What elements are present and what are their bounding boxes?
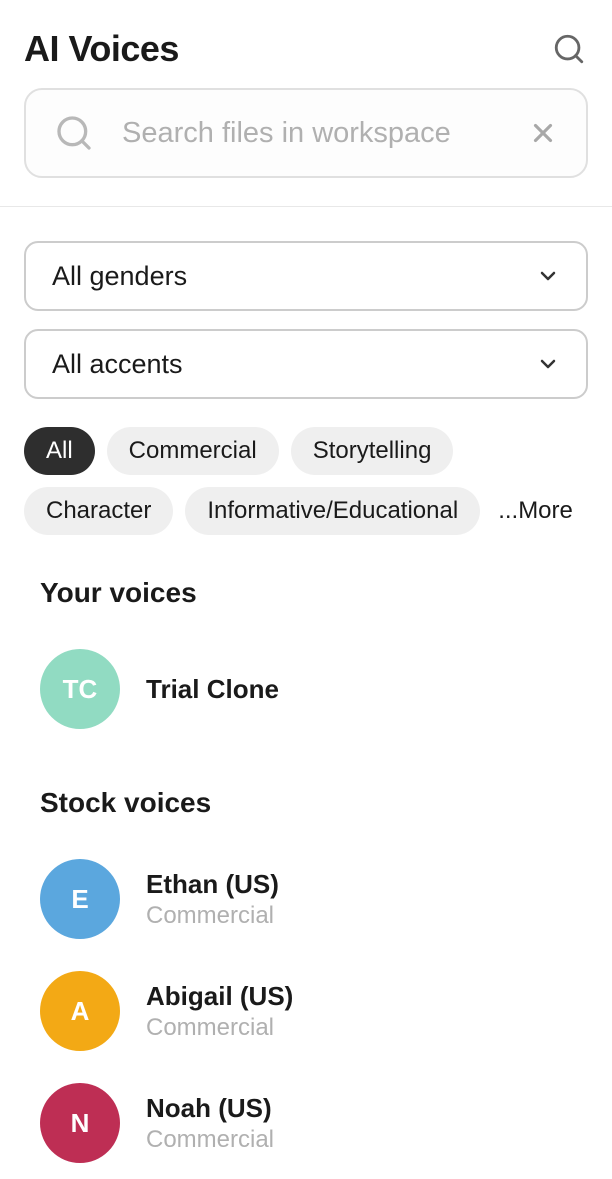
chevron-down-icon	[536, 264, 560, 288]
clear-search-button[interactable]	[528, 118, 558, 148]
voice-item[interactable]: A Abigail (US)Commercial	[40, 955, 588, 1067]
voice-meta: Abigail (US)Commercial	[146, 981, 293, 1042]
voice-name: Ethan (US)	[146, 869, 279, 900]
close-icon	[528, 118, 558, 148]
stock-voices-heading: Stock voices	[40, 787, 588, 819]
more-categories-button[interactable]: ...More	[492, 497, 579, 525]
voice-meta: Noah (US)Commercial	[146, 1093, 274, 1154]
avatar: A	[40, 971, 120, 1051]
voice-name: Abigail (US)	[146, 981, 293, 1012]
avatar: E	[40, 859, 120, 939]
voice-item[interactable]: N Noah (US)Commercial	[40, 1067, 588, 1179]
voice-meta: Ethan (US)Commercial	[146, 869, 279, 930]
category-chips: AllCommercialStorytelling CharacterInform…	[0, 399, 612, 535]
accent-filter-dropdown[interactable]: All accents	[24, 329, 588, 399]
voice-item[interactable]: TC Trial Clone	[40, 633, 588, 745]
search-bar[interactable]	[24, 88, 588, 178]
category-chip[interactable]: Commercial	[107, 427, 279, 475]
voice-name: Trial Clone	[146, 674, 279, 705]
avatar: TC	[40, 649, 120, 729]
voice-name: Noah (US)	[146, 1093, 274, 1124]
chevron-down-icon	[536, 352, 560, 376]
header-search-button[interactable]	[550, 30, 588, 68]
search-icon	[552, 32, 586, 66]
category-chip[interactable]: Storytelling	[291, 427, 454, 475]
page-title: AI Voices	[24, 28, 179, 70]
gender-filter-label: All genders	[52, 261, 187, 292]
your-voices-heading: Your voices	[40, 577, 588, 609]
category-chip[interactable]: Informative/Educational	[185, 487, 480, 535]
voice-tag: Commercial	[146, 1126, 274, 1154]
category-chip[interactable]: Character	[24, 487, 173, 535]
search-input[interactable]	[122, 117, 500, 150]
category-chip[interactable]: All	[24, 427, 95, 475]
voice-meta: Trial Clone	[146, 674, 279, 705]
accent-filter-label: All accents	[52, 349, 183, 380]
gender-filter-dropdown[interactable]: All genders	[24, 241, 588, 311]
voice-tag: Commercial	[146, 902, 279, 930]
voice-item[interactable]: E Ethan (US)Commercial	[40, 843, 588, 955]
voice-tag: Commercial	[146, 1014, 293, 1042]
search-icon	[54, 113, 94, 153]
avatar: N	[40, 1083, 120, 1163]
